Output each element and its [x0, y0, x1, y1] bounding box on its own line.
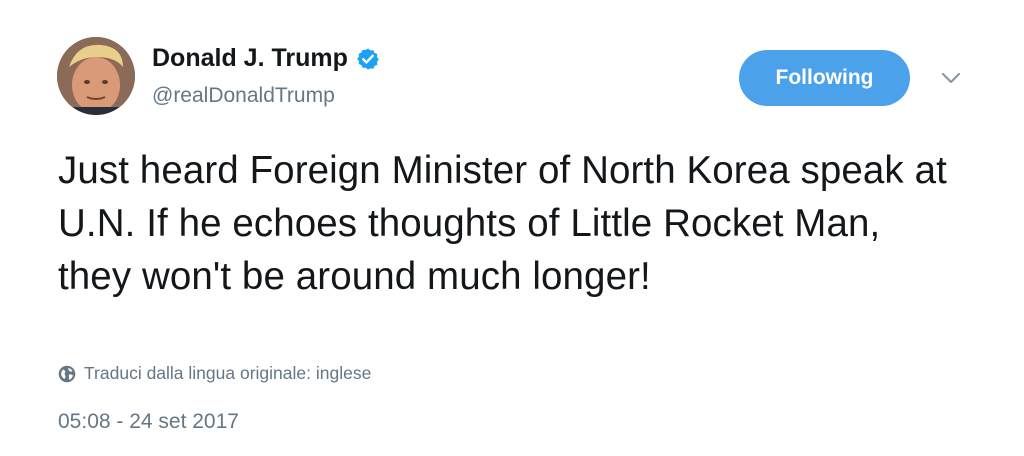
following-button[interactable]: Following	[739, 50, 910, 106]
avatar[interactable]	[57, 37, 135, 115]
translate-link[interactable]: Traduci dalla lingua originale: inglese	[58, 363, 371, 384]
tweet-timestamp[interactable]: 05:08 - 24 set 2017	[58, 410, 239, 434]
display-name-text[interactable]: Donald J. Trump	[152, 44, 348, 73]
user-handle[interactable]: @realDonaldTrump	[152, 84, 335, 108]
chevron-down-icon[interactable]	[940, 70, 962, 86]
tweet-text: Just heard Foreign Minister of North Kor…	[58, 149, 947, 298]
display-name[interactable]: Donald J. Trump	[152, 44, 380, 73]
globe-icon	[58, 365, 76, 383]
translate-label[interactable]: Traduci dalla lingua originale: inglese	[84, 363, 371, 384]
tweet-card: Donald J. Trump @realDonaldTrump Followi…	[0, 0, 1024, 456]
verified-badge-icon	[356, 47, 380, 71]
